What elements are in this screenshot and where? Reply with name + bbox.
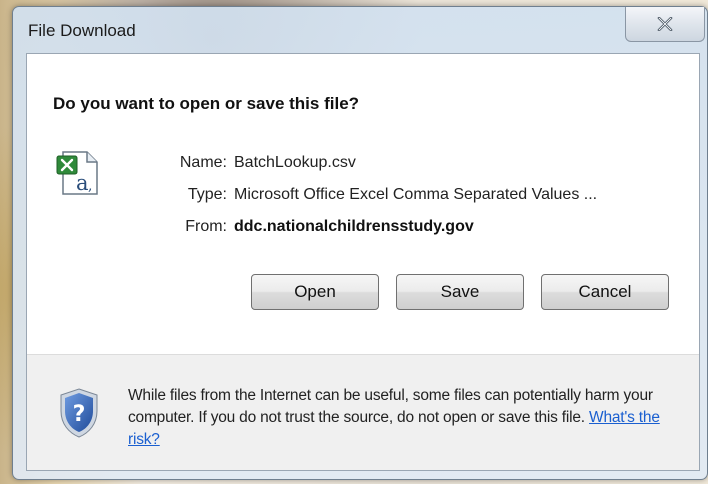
cancel-button[interactable]: Cancel [541, 274, 669, 310]
save-button[interactable]: Save [396, 274, 524, 310]
type-label: Type: [187, 186, 227, 203]
dialog-body: Do you want to open or save this file? a… [26, 53, 700, 471]
svg-text:?: ? [73, 402, 86, 427]
close-button[interactable] [625, 7, 705, 42]
security-shield-question-icon: ? [60, 388, 98, 438]
file-source-value: ddc.nationalchildrensstudy.gov [234, 218, 474, 235]
security-warning-panel: ? While files from the Internet can be u… [27, 354, 699, 470]
warning-message: While files from the Internet can be use… [128, 387, 653, 426]
file-name-value: BatchLookup.csv [234, 154, 356, 171]
name-label: Name: [179, 154, 227, 171]
title-bar[interactable]: File Download [13, 7, 707, 51]
window-title: File Download [28, 21, 136, 40]
security-warning-text: While files from the Internet can be use… [128, 385, 688, 451]
open-button[interactable]: Open [251, 274, 379, 310]
file-download-dialog: File Download Do you want to open or sav… [12, 6, 708, 480]
from-label: From: [185, 218, 227, 235]
dialog-question: Do you want to open or save this file? [53, 94, 360, 113]
file-type-value: Microsoft Office Excel Comma Separated V… [234, 186, 598, 203]
close-icon [657, 17, 673, 31]
